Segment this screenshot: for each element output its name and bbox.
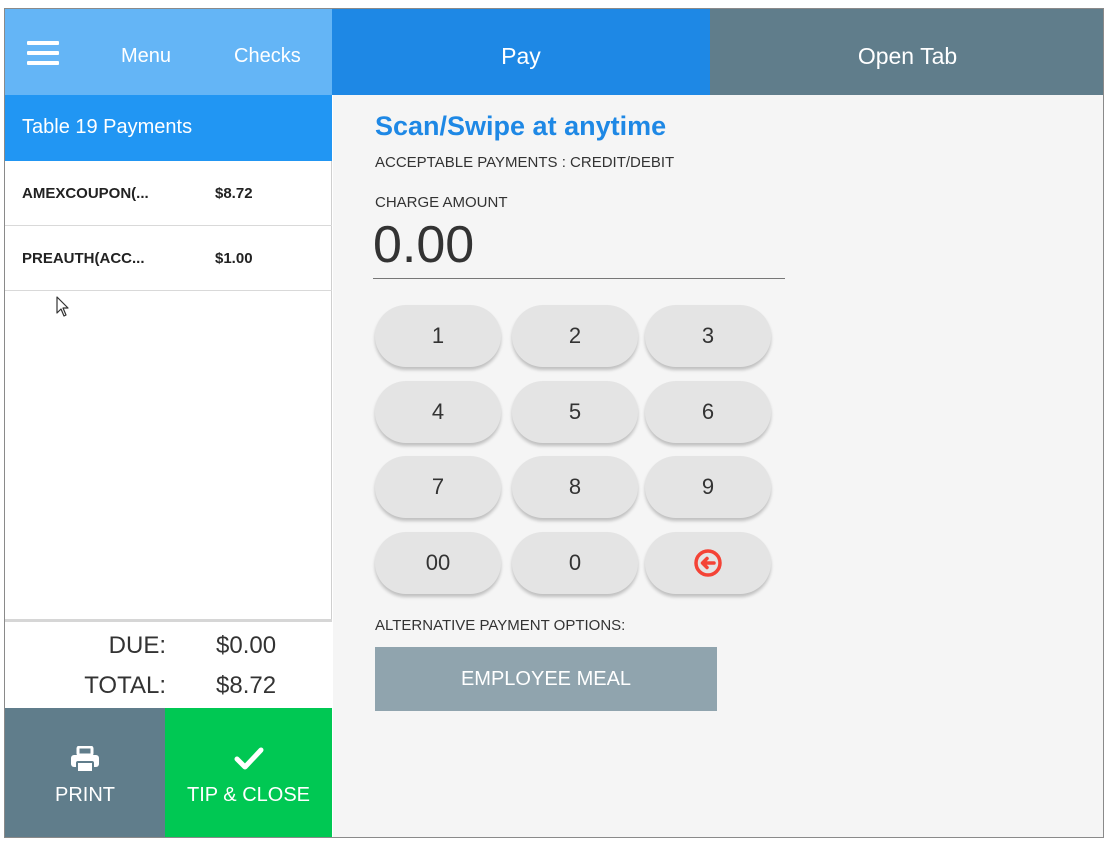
app-window: Menu Checks Table 19 Payments AMEXCOUPON… xyxy=(4,8,1104,838)
tab-open-tab[interactable]: Open Tab xyxy=(710,9,1103,95)
payments-header: Table 19 Payments xyxy=(5,95,332,161)
checkmark-icon xyxy=(165,746,332,774)
payment-name: AMEXCOUPON(... xyxy=(22,185,149,202)
key-5[interactable]: 5 xyxy=(512,381,638,443)
key-4[interactable]: 4 xyxy=(375,381,501,443)
backspace-button[interactable] xyxy=(645,532,771,594)
top-nav-bar: Menu Checks xyxy=(5,9,332,95)
menu-link[interactable]: Menu xyxy=(121,45,171,68)
tip-close-button[interactable]: TIP & CLOSE xyxy=(165,708,332,837)
charge-amount-label: CHARGE AMOUNT xyxy=(375,194,508,211)
total-value: $8.72 xyxy=(216,672,277,699)
left-panel: Menu Checks Table 19 Payments AMEXCOUPON… xyxy=(5,9,332,837)
due-line: DUE: $0.00 xyxy=(5,632,332,662)
key-0[interactable]: 0 xyxy=(512,532,638,594)
print-button[interactable]: PRINT xyxy=(5,708,165,837)
payment-list: AMEXCOUPON(... $8.72 PREAUTH(ACC... $1.0… xyxy=(5,161,332,291)
scan-title: Scan/Swipe at anytime xyxy=(375,111,667,141)
key-1[interactable]: 1 xyxy=(375,305,501,367)
key-9[interactable]: 9 xyxy=(645,456,771,518)
payment-amount: $8.72 xyxy=(215,185,253,202)
key-2[interactable]: 2 xyxy=(512,305,638,367)
payment-row[interactable]: PREAUTH(ACC... $1.00 xyxy=(5,226,332,291)
backspace-circle-icon xyxy=(694,549,722,577)
print-label: PRINT xyxy=(55,784,115,806)
due-value: $0.00 xyxy=(216,632,277,659)
charge-amount-field[interactable]: 0.00 xyxy=(373,217,785,279)
alternative-payment-label: ALTERNATIVE PAYMENT OPTIONS: xyxy=(375,617,626,634)
total-label: TOTAL: xyxy=(84,672,166,699)
mouse-pointer-icon xyxy=(56,296,69,317)
employee-meal-button[interactable]: EMPLOYEE MEAL xyxy=(375,647,717,711)
payment-name: PREAUTH(ACC... xyxy=(22,250,145,267)
key-3[interactable]: 3 xyxy=(645,305,771,367)
acceptable-payments-text: ACCEPTABLE PAYMENTS : CREDIT/DEBIT xyxy=(375,154,675,171)
totals-panel: DUE: $0.00 TOTAL: $8.72 xyxy=(5,619,332,708)
key-8[interactable]: 8 xyxy=(512,456,638,518)
checks-link[interactable]: Checks xyxy=(234,45,301,68)
due-label: DUE: xyxy=(108,632,166,659)
payment-row[interactable]: AMEXCOUPON(... $8.72 xyxy=(5,161,332,226)
payment-amount: $1.00 xyxy=(215,250,253,267)
total-line: TOTAL: $8.72 xyxy=(5,672,332,702)
tip-close-label: TIP & CLOSE xyxy=(186,784,310,806)
printer-icon xyxy=(5,746,165,774)
payment-content: Scan/Swipe at anytime ACCEPTABLE PAYMENT… xyxy=(333,95,1103,837)
key-6[interactable]: 6 xyxy=(645,381,771,443)
key-7[interactable]: 7 xyxy=(375,456,501,518)
tab-pay[interactable]: Pay xyxy=(332,9,710,95)
hamburger-menu-icon[interactable] xyxy=(27,41,59,65)
key-00[interactable]: 00 xyxy=(375,532,501,594)
